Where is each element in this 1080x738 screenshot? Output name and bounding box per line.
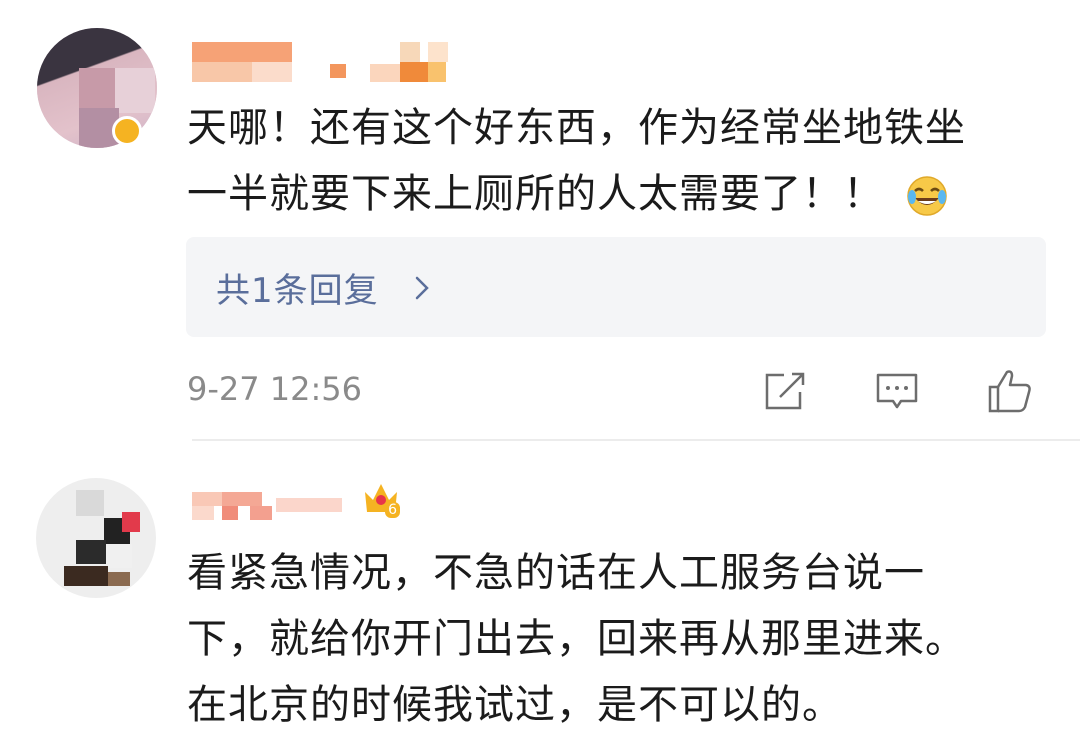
reply-thread-link[interactable]: 共1条回复 bbox=[186, 237, 1046, 337]
comment-text: 天哪！还有这个好东西，作为经常坐地铁坐 一半就要下来上厕所的人太需要了！！ bbox=[187, 95, 1067, 227]
level-number: 6 bbox=[385, 502, 400, 518]
comment-text-line: 在北京的时候我试过，是不可以的。 bbox=[187, 682, 843, 728]
comment-text-line: 下，就给你开门出去，回来再从那里进来。 bbox=[187, 616, 966, 662]
author-name-redacted bbox=[192, 492, 352, 532]
timestamp: 9-27 12:56 bbox=[187, 370, 363, 408]
laughing-tears-emoji-icon bbox=[906, 176, 947, 216]
vip-badge-icon bbox=[112, 116, 142, 146]
comment-text: 看紧急情况，不急的话在人工服务台说一 下，就给你开门出去，回来再从那里进来。 在… bbox=[187, 540, 1067, 738]
fan-level-badge: 6 bbox=[362, 478, 400, 518]
reply-count-label: 共1条回复 bbox=[216, 271, 379, 311]
comment-icon[interactable] bbox=[872, 366, 922, 416]
comment-text-segment: 一半就要下来上厕所的人太需要了！！ bbox=[187, 171, 884, 217]
share-icon[interactable] bbox=[760, 366, 810, 416]
comment-item: 天哪！还有这个好东西，作为经常坐地铁坐 一半就要下来上厕所的人太需要了！！ 共1… bbox=[0, 0, 1080, 441]
comment-text-line: 天哪！还有这个好东西，作为经常坐地铁坐 bbox=[187, 105, 966, 151]
author-name-redacted bbox=[192, 42, 462, 82]
comment-text-line: 看紧急情况，不急的话在人工服务台说一 bbox=[187, 550, 925, 596]
comment-item: 6 看紧急情况，不急的话在人工服务台说一 下，就给你开门出去，回来再从那里进来。… bbox=[0, 440, 1080, 728]
chevron-right-icon bbox=[415, 276, 429, 300]
avatar[interactable] bbox=[36, 478, 156, 598]
like-icon[interactable] bbox=[985, 366, 1035, 416]
comment-text-line: 一半就要下来上厕所的人太需要了！！ bbox=[187, 161, 1067, 227]
